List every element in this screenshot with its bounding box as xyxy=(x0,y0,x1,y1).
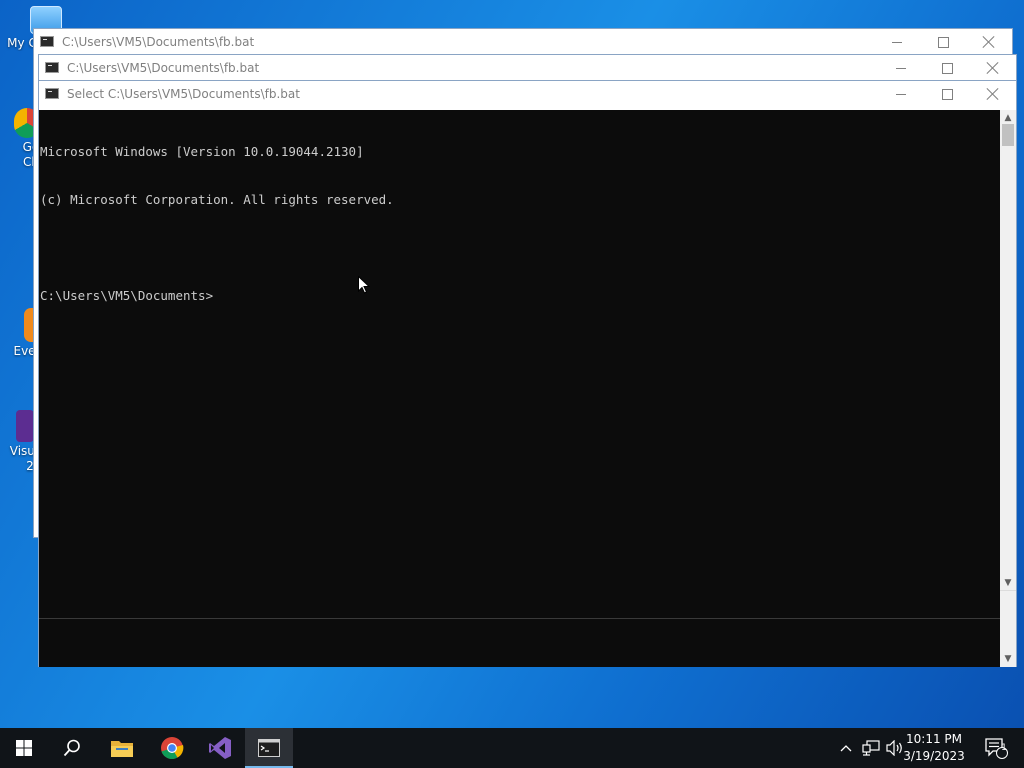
command-prompt-app-icon xyxy=(45,62,59,73)
title-bar[interactable]: C:\Users\VM5\Documents\fb.bat xyxy=(34,29,1012,55)
notification-count-badge: 1 xyxy=(1001,743,1007,753)
maximize-button[interactable] xyxy=(920,29,966,55)
console-window-front[interactable]: Select C:\Users\VM5\Documents\fb.bat Mic… xyxy=(38,80,1017,667)
close-icon xyxy=(987,88,999,100)
title-bar[interactable]: Select C:\Users\VM5\Documents\fb.bat xyxy=(39,81,1016,107)
clock-date: 3/19/2023 xyxy=(903,749,965,763)
close-button[interactable] xyxy=(970,81,1016,107)
maximize-button[interactable] xyxy=(924,81,970,107)
network-icon xyxy=(862,740,880,756)
search-icon xyxy=(63,739,80,757)
command-prompt-taskbar-button[interactable] xyxy=(245,728,293,768)
maximize-icon xyxy=(937,36,949,48)
minimize-icon xyxy=(896,93,906,95)
maximize-icon xyxy=(941,62,953,74)
console-output[interactable]: Microsoft Windows [Version 10.0.19044.21… xyxy=(39,110,1000,667)
title-bar[interactable]: C:\Users\VM5\Documents\fb.bat xyxy=(39,55,1016,81)
console-prompt: C:\Users\VM5\Documents> xyxy=(40,288,214,303)
window-title: C:\Users\VM5\Documents\fb.bat xyxy=(67,61,260,75)
file-explorer-icon xyxy=(111,741,133,757)
command-prompt-app-icon xyxy=(45,88,59,99)
close-button[interactable] xyxy=(966,29,1012,55)
scrollbar-thumb[interactable] xyxy=(1002,124,1014,146)
vertical-scrollbar[interactable]: ▲ ▼ ▼ xyxy=(1000,110,1016,667)
command-prompt-app-icon xyxy=(40,36,54,47)
window-title: C:\Users\VM5\Documents\fb.bat xyxy=(62,35,255,49)
visual-studio-button[interactable] xyxy=(196,728,244,768)
maximize-button[interactable] xyxy=(924,55,970,81)
taskbar: 10:11 PM 3/19/2023 1 xyxy=(0,728,1024,768)
maximize-icon xyxy=(941,88,953,100)
clock[interactable]: 10:11 PM 3/19/2023 xyxy=(894,731,974,765)
clock-time: 10:11 PM xyxy=(906,732,962,746)
chrome-button[interactable] xyxy=(148,728,196,768)
chevron-up-icon xyxy=(840,745,852,752)
minimize-button[interactable] xyxy=(878,81,924,107)
start-button[interactable] xyxy=(0,728,48,768)
desktop: My C Go Ch Ever Visua 2 C:\Users\VM5\Doc… xyxy=(0,0,1024,728)
console-line: (c) Microsoft Corporation. All rights re… xyxy=(40,192,394,207)
close-icon xyxy=(983,36,995,48)
mouse-pointer-icon xyxy=(358,276,370,294)
network-button[interactable] xyxy=(860,728,882,768)
buffer-divider xyxy=(39,618,1000,619)
show-hidden-icons-button[interactable] xyxy=(836,728,856,768)
command-prompt-icon xyxy=(258,739,280,757)
search-button[interactable] xyxy=(48,728,96,768)
scroll-down-arrow-icon[interactable]: ▼ xyxy=(1000,653,1016,665)
scrollbar-separator xyxy=(1000,590,1016,591)
file-explorer-button[interactable] xyxy=(98,728,146,768)
console-line: Microsoft Windows [Version 10.0.19044.21… xyxy=(40,144,364,159)
close-icon xyxy=(987,62,999,74)
minimize-button[interactable] xyxy=(878,55,924,81)
visual-studio-shortcut-icon xyxy=(16,410,34,442)
visual-studio-icon xyxy=(209,737,231,759)
window-title: Select C:\Users\VM5\Documents\fb.bat xyxy=(67,87,300,101)
chrome-icon xyxy=(161,737,184,760)
minimize-button[interactable] xyxy=(874,29,920,55)
close-button[interactable] xyxy=(970,55,1016,81)
minimize-icon xyxy=(892,41,902,43)
action-center-button[interactable]: 1 xyxy=(976,728,1016,768)
start-icon xyxy=(16,740,32,756)
scroll-up-arrow-icon[interactable]: ▲ xyxy=(1000,112,1016,124)
minimize-icon xyxy=(896,67,906,69)
scroll-down-arrow-icon[interactable]: ▼ xyxy=(1000,577,1016,589)
